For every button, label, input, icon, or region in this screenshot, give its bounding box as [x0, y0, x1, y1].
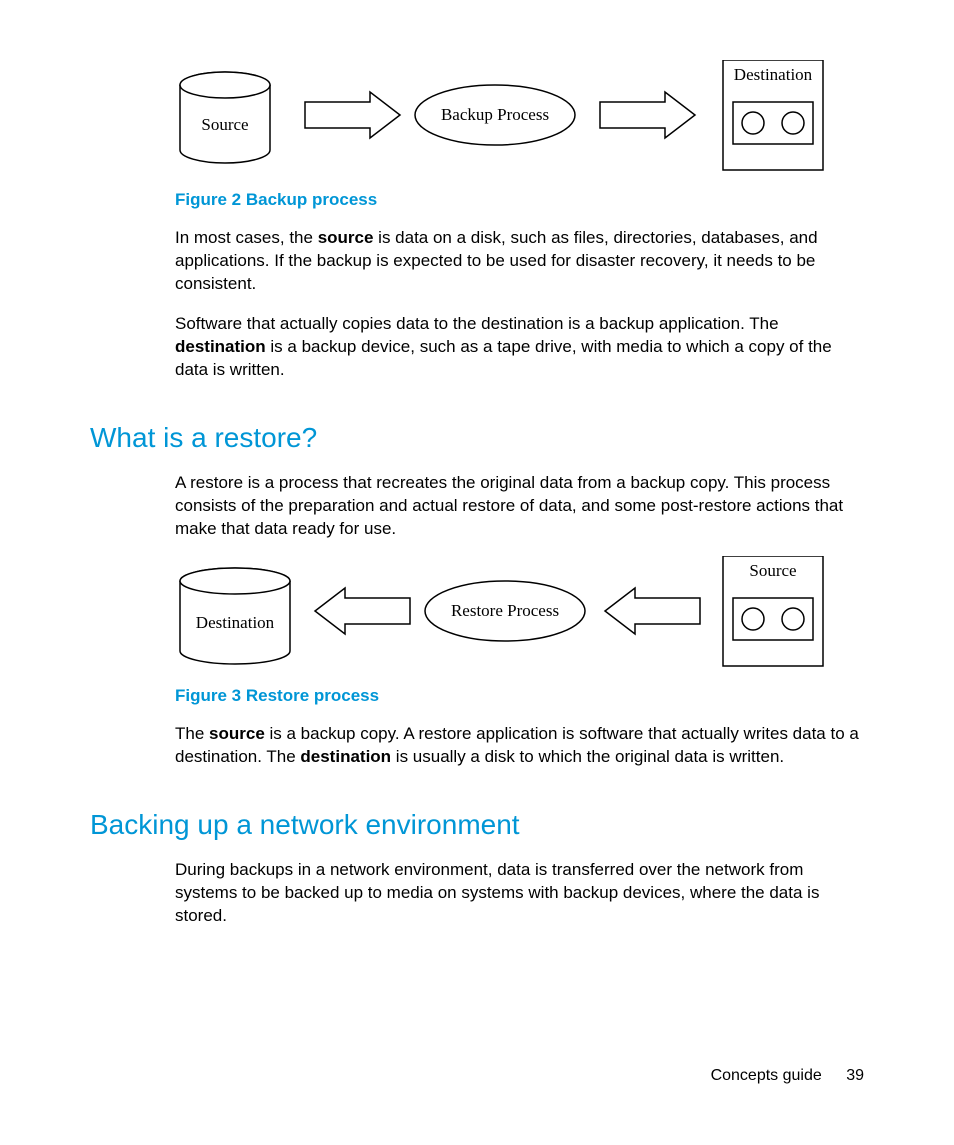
restore-process-diagram: Destination Restore Process Source: [175, 556, 864, 676]
heading-what-is-restore: What is a restore?: [90, 422, 864, 454]
paragraph-4: The source is a backup copy. A restore a…: [175, 723, 864, 769]
footer-label: Concepts guide: [711, 1067, 822, 1084]
restore-process-label: Restore Process: [451, 601, 559, 620]
backup-process-label: Backup Process: [441, 105, 549, 124]
page-number: 39: [846, 1067, 864, 1084]
destination-tape-label: Destination: [734, 65, 813, 84]
source-tape-label: Source: [749, 561, 796, 580]
source-cylinder-label: Source: [201, 115, 248, 134]
heading-backing-up-network: Backing up a network environment: [90, 809, 864, 841]
paragraph-2: Software that actually copies data to th…: [175, 313, 864, 382]
figure-3-caption: Figure 3 Restore process: [175, 686, 864, 706]
backup-process-diagram: Source Backup Process Destination: [175, 60, 864, 180]
figure-2-caption: Figure 2 Backup process: [175, 190, 864, 210]
paragraph-3: A restore is a process that recreates th…: [175, 472, 864, 541]
page-footer: Concepts guide 39: [711, 1067, 864, 1085]
paragraph-5: During backups in a network environment,…: [175, 859, 864, 928]
destination-cylinder-label: Destination: [196, 613, 275, 632]
paragraph-1: In most cases, the source is data on a d…: [175, 227, 864, 296]
